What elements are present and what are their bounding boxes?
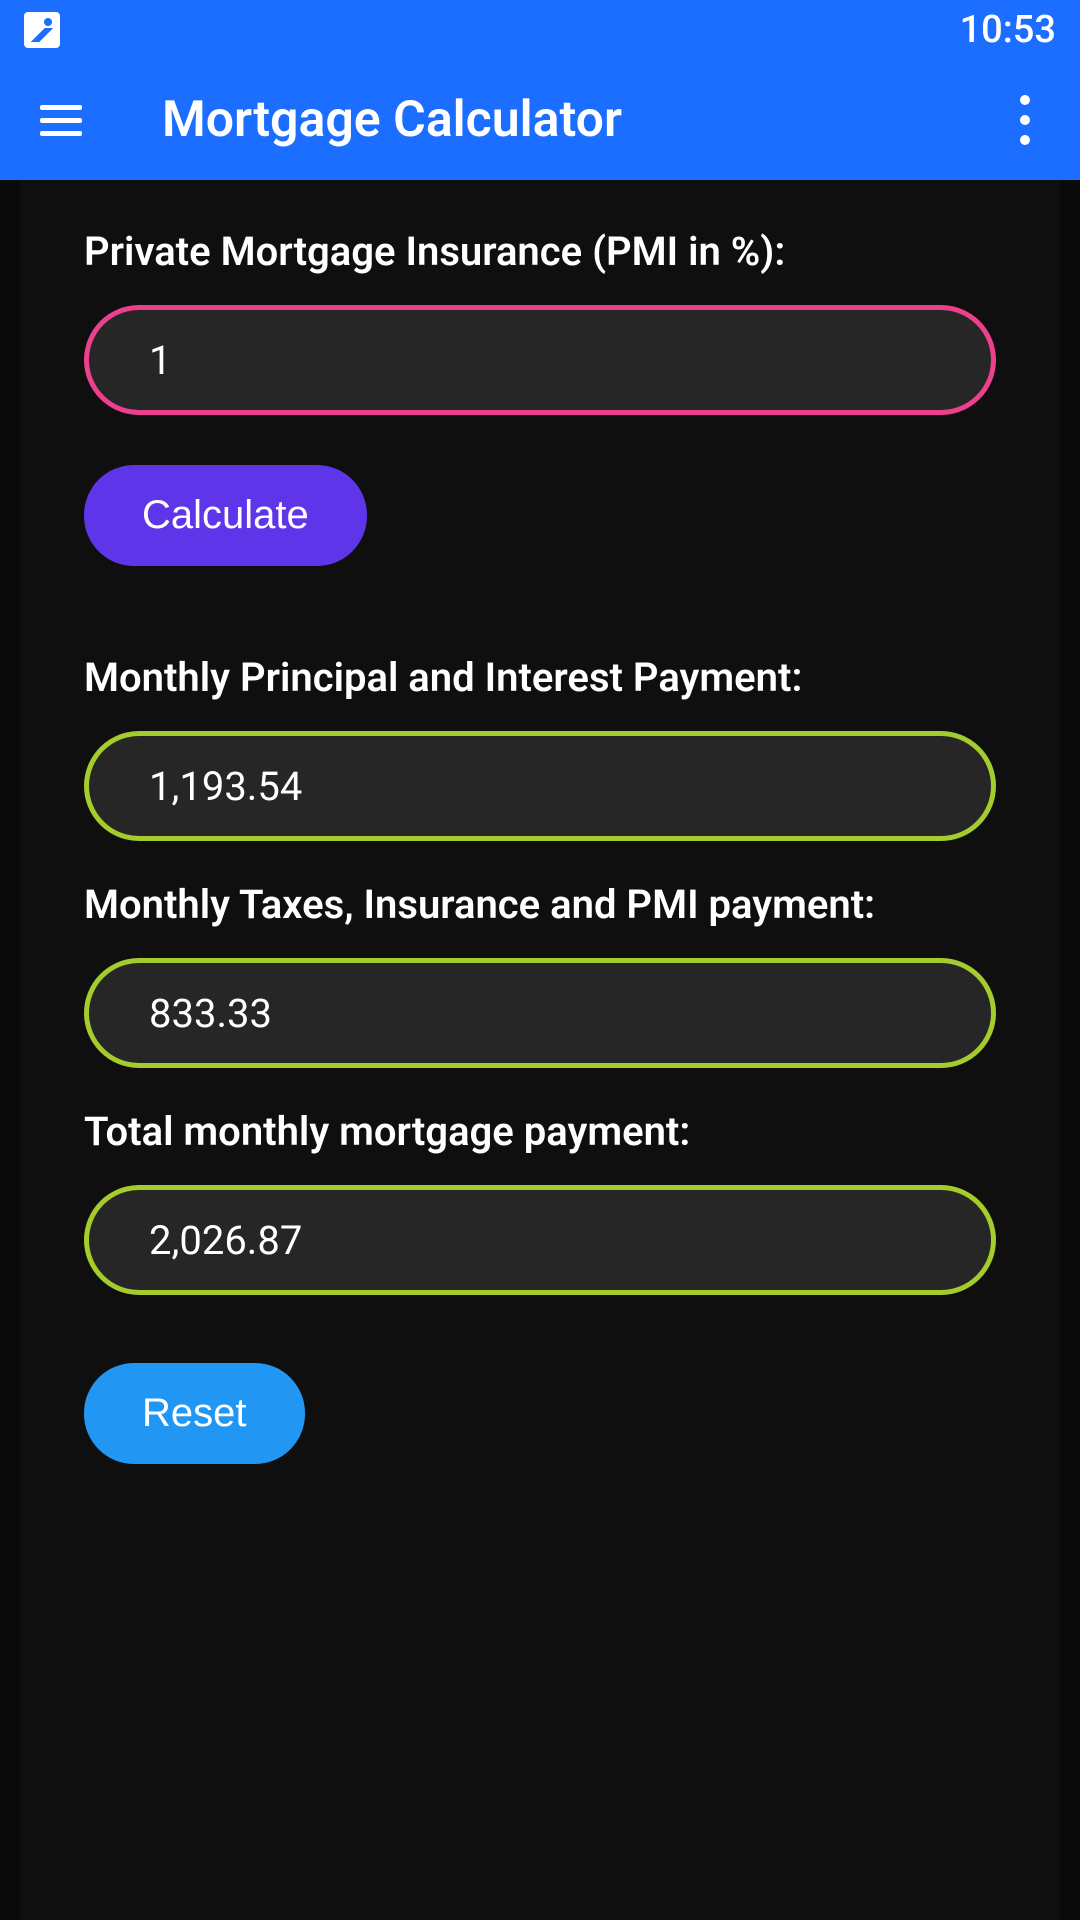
page-title: Mortgage Calculator xyxy=(162,91,1010,149)
menu-icon[interactable] xyxy=(40,105,82,136)
status-time: 10:53 xyxy=(960,8,1056,52)
image-icon xyxy=(24,12,60,48)
status-bar: 10:53 xyxy=(0,0,1080,60)
pmi-input[interactable]: 1 xyxy=(84,305,996,415)
pmi-label: Private Mortgage Insurance (PMI in %): xyxy=(84,228,996,275)
taxes-insurance-value: 833.33 xyxy=(149,990,272,1037)
app-bar: Mortgage Calculator xyxy=(0,60,1080,180)
principal-interest-label: Monthly Principal and Interest Payment: xyxy=(84,654,996,701)
main-content: Private Mortgage Insurance (PMI in %): 1… xyxy=(20,180,1060,1920)
principal-interest-value: 1,193.54 xyxy=(149,763,302,810)
pmi-value: 1 xyxy=(149,337,171,384)
total-monthly-label: Total monthly mortgage payment: xyxy=(84,1108,996,1155)
total-monthly-output: 2,026.87 xyxy=(84,1185,996,1295)
more-options-icon[interactable] xyxy=(1010,85,1040,155)
calculate-button[interactable]: Calculate xyxy=(84,465,367,566)
principal-interest-output: 1,193.54 xyxy=(84,731,996,841)
taxes-insurance-output: 833.33 xyxy=(84,958,996,1068)
reset-button[interactable]: Reset xyxy=(84,1363,305,1464)
taxes-insurance-label: Monthly Taxes, Insurance and PMI payment… xyxy=(84,881,996,928)
total-monthly-value: 2,026.87 xyxy=(149,1217,302,1264)
